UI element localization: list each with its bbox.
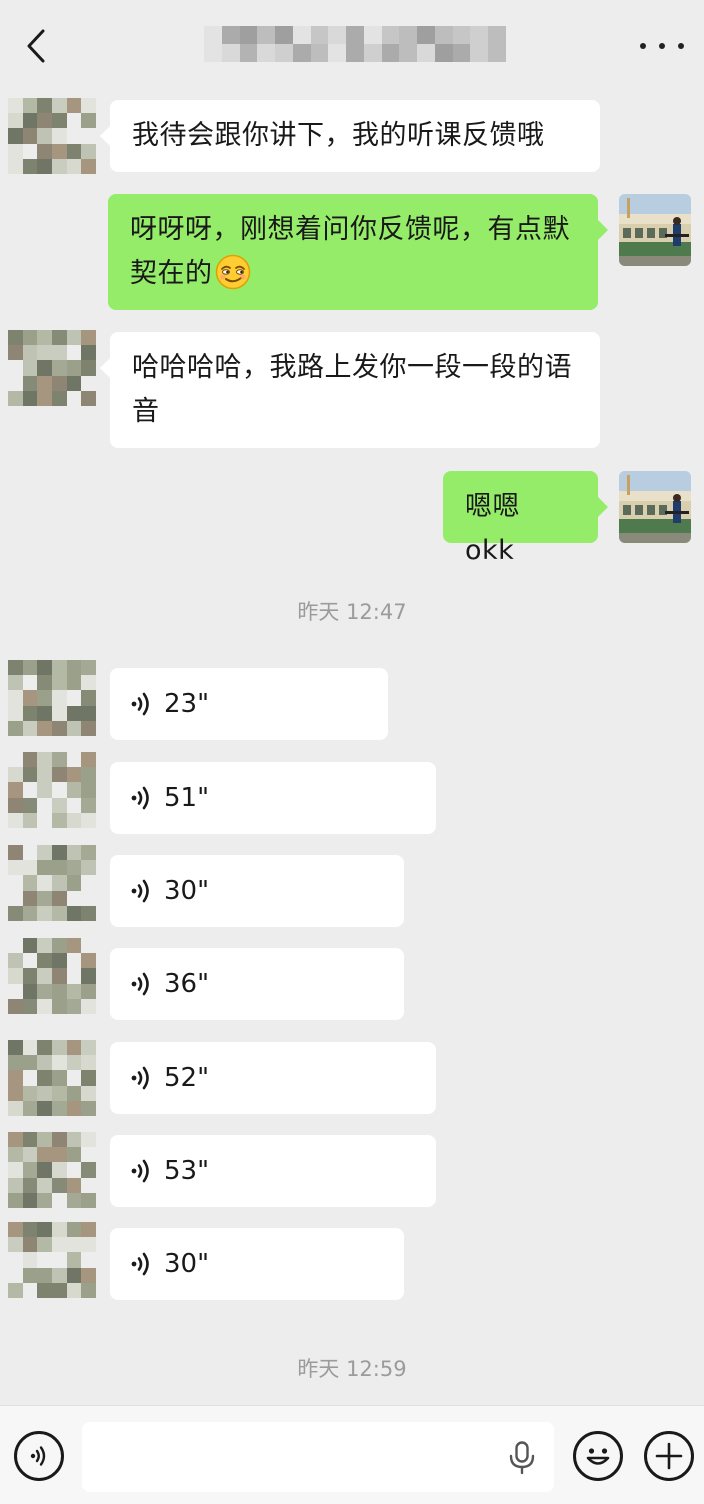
contact-avatar-redacted[interactable]: [8, 845, 96, 921]
voice-duration: 23": [164, 689, 210, 719]
more-button[interactable]: [640, 36, 684, 56]
voice-message-bubble[interactable]: 30": [110, 855, 404, 927]
message-text: 嗯嗯 okk: [465, 491, 520, 566]
emoji-button[interactable]: [573, 1431, 623, 1481]
voice-wave-icon: [131, 1252, 149, 1276]
voice-wave-icon: [131, 879, 149, 903]
contact-avatar-redacted[interactable]: [8, 660, 96, 736]
timestamp: 昨天 12:59: [297, 1357, 407, 1381]
voice-wave-icon: [131, 692, 149, 716]
contact-avatar-redacted[interactable]: [8, 98, 96, 174]
self-avatar[interactable]: [619, 471, 691, 543]
emoji-icon: [586, 1448, 610, 1465]
voice-duration: 30": [164, 1249, 210, 1279]
message-text: 呀呀呀，刚想着问你反馈呢，有点默契在的: [130, 214, 570, 289]
voice-message-bubble[interactable]: 51": [110, 762, 436, 834]
voice-message-bubble[interactable]: 30": [110, 1228, 404, 1300]
contact-avatar-redacted[interactable]: [8, 330, 96, 406]
voice-message-bubble[interactable]: 36": [110, 948, 404, 1020]
chat-title-redacted: [204, 26, 506, 62]
voice-toggle-button[interactable]: [14, 1431, 64, 1481]
contact-avatar-redacted[interactable]: [8, 938, 96, 1014]
input-bar: [0, 1405, 704, 1504]
voice-wave-icon: [131, 1066, 149, 1090]
message-bubble-self[interactable]: 嗯嗯 okk: [443, 471, 608, 566]
contact-avatar-redacted[interactable]: [8, 752, 96, 828]
contact-avatar-redacted[interactable]: [8, 1222, 96, 1298]
voice-message-bubble[interactable]: 23": [110, 668, 388, 740]
microphone-icon[interactable]: [508, 1441, 536, 1475]
train-photo-avatar: [619, 194, 691, 266]
voice-wave-icon: [131, 972, 149, 996]
voice-duration: 30": [164, 876, 210, 906]
plus-button[interactable]: [644, 1431, 694, 1481]
voice-duration: 52": [164, 1063, 210, 1093]
contact-avatar-redacted[interactable]: [8, 1132, 96, 1208]
voice-duration: 53": [164, 1156, 210, 1186]
message-text: 哈哈哈哈，我路上发你一段一段的语音: [132, 352, 572, 427]
self-avatar[interactable]: [619, 194, 691, 266]
timestamp: 昨天 12:47: [297, 600, 407, 624]
voice-duration: 51": [164, 783, 210, 813]
voice-message-bubble[interactable]: 52": [110, 1042, 436, 1114]
message-bubble[interactable]: 我待会跟你讲下，我的听课反馈哦: [100, 100, 600, 172]
back-button[interactable]: [18, 26, 54, 66]
message-bubble[interactable]: 哈哈哈哈，我路上发你一段一段的语音: [100, 332, 600, 448]
chat-header: [0, 0, 704, 92]
message-bubble-self[interactable]: 呀呀呀，刚想着问你反馈呢，有点默契在的: [108, 194, 608, 310]
voice-message-bubble[interactable]: 53": [110, 1135, 436, 1207]
message-input[interactable]: [82, 1422, 492, 1492]
message-text: 我待会跟你讲下，我的听课反馈哦: [132, 120, 545, 151]
voice-toggle-icon: [30, 1446, 46, 1466]
plus-icon: [655, 1442, 683, 1470]
more-dots-icon: [640, 43, 646, 49]
voice-wave-icon: [131, 786, 149, 810]
message-input-box: [82, 1422, 554, 1492]
smirk-face-emoji: [215, 254, 250, 290]
chevron-left-icon: [27, 29, 45, 63]
voice-wave-icon: [131, 1159, 149, 1183]
contact-avatar-redacted[interactable]: [8, 1040, 96, 1116]
train-photo-avatar: [619, 471, 691, 543]
voice-duration: 36": [164, 969, 210, 999]
